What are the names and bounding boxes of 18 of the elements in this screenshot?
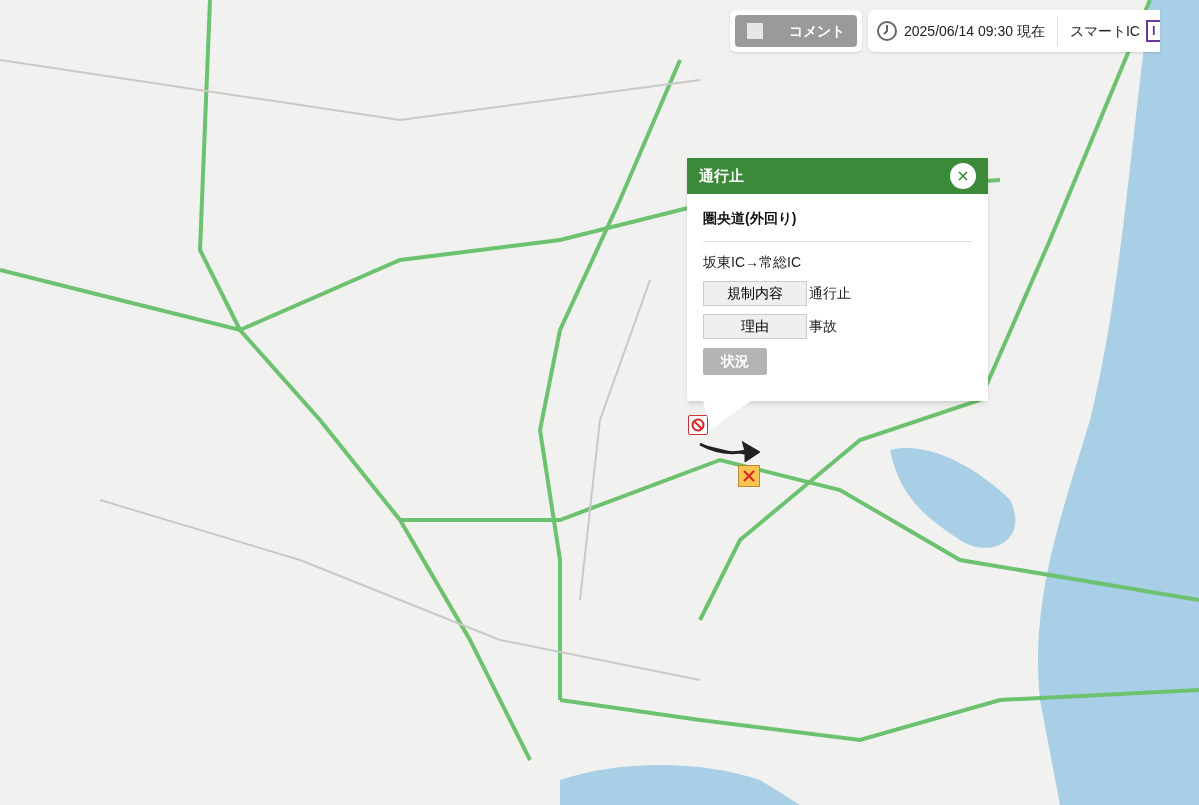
direction-arrow-icon xyxy=(698,440,760,462)
legend-badge: I xyxy=(1145,20,1160,42)
marker-icon[interactable] xyxy=(688,415,708,435)
close-icon xyxy=(958,171,968,181)
field-label: 規制内容 xyxy=(703,281,807,306)
popup-title: 通行止 xyxy=(699,165,744,186)
section-text: 坂東IC→常総IC xyxy=(703,253,802,272)
field-value: 通行止 xyxy=(809,284,851,303)
comment-toggle[interactable]: コメント xyxy=(735,15,857,47)
close-button[interactable] xyxy=(950,163,976,189)
field-value: 事故 xyxy=(809,317,837,336)
checkbox-icon xyxy=(747,23,763,39)
clock-icon xyxy=(876,20,898,42)
warning-marker-icon[interactable] xyxy=(738,465,760,487)
legend-label: スマートIC xyxy=(1069,21,1140,41)
time-text: 2025/06/14 09:30 現在 xyxy=(904,21,1045,41)
road-name: 圏央道(外回り) xyxy=(703,208,972,242)
field-label: 理由 xyxy=(703,314,807,339)
